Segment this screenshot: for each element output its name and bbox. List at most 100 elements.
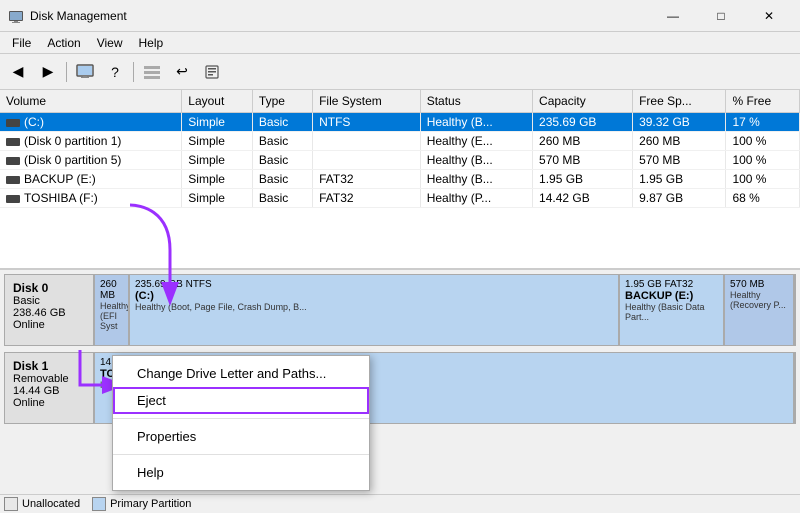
- cell-layout: Simple: [182, 189, 253, 208]
- disk-status: Online: [13, 397, 85, 409]
- cell-free: 9.87 GB: [633, 189, 726, 208]
- cell-type: Basic: [252, 189, 312, 208]
- cell-type: Basic: [252, 132, 312, 151]
- legend-unallocated-color: [4, 497, 18, 511]
- back-button[interactable]: ◀: [4, 58, 32, 86]
- cell-type: Basic: [252, 170, 312, 189]
- table-row[interactable]: TOSHIBA (F:)SimpleBasicFAT32Healthy (P..…: [0, 189, 800, 208]
- cell-type: Basic: [252, 151, 312, 170]
- computer-button[interactable]: [71, 58, 99, 86]
- partition-detail: Healthy (Recovery P...: [730, 290, 788, 310]
- cell-status: Healthy (B...: [420, 113, 532, 132]
- menu-file[interactable]: File: [4, 34, 39, 52]
- partition-p0_3[interactable]: 1.95 GB FAT32BACKUP (E:)Healthy (Basic D…: [620, 275, 725, 345]
- undo-button[interactable]: ↩: [168, 58, 196, 86]
- partition-size: 570 MB: [730, 279, 788, 290]
- cell-status: Healthy (E...: [420, 132, 532, 151]
- cell-status: Healthy (B...: [420, 151, 532, 170]
- col-layout[interactable]: Layout: [182, 90, 253, 113]
- window-title: Disk Management: [30, 9, 650, 23]
- partition-name: (C:): [135, 290, 613, 302]
- col-type[interactable]: Type: [252, 90, 312, 113]
- context-menu-properties[interactable]: Properties: [113, 423, 369, 450]
- cell-fs: NTFS: [313, 113, 421, 132]
- col-freesp[interactable]: Free Sp...: [633, 90, 726, 113]
- cell-capacity: 570 MB: [533, 151, 633, 170]
- cell-status: Healthy (P...: [420, 189, 532, 208]
- partition-p0_4[interactable]: 570 MBHealthy (Recovery P...: [725, 275, 795, 345]
- partition-size: 260 MB: [100, 279, 123, 301]
- table-row[interactable]: BACKUP (E:)SimpleBasicFAT32Healthy (B...…: [0, 170, 800, 189]
- cell-layout: Simple: [182, 151, 253, 170]
- partition-size: 235.69 GB NTFS: [135, 279, 613, 290]
- table-row[interactable]: (C:)SimpleBasicNTFSHealthy (B...235.69 G…: [0, 113, 800, 132]
- partition-name: BACKUP (E:): [625, 290, 718, 302]
- cell-layout: Simple: [182, 113, 253, 132]
- cell-type: Basic: [252, 113, 312, 132]
- cell-volume: (C:): [0, 113, 182, 132]
- disk-partitions-disk0: 260 MBHealthy (EFI Syst235.69 GB NTFS(C:…: [95, 275, 795, 345]
- cell-free: 260 MB: [633, 132, 726, 151]
- partition-p0_1[interactable]: 260 MBHealthy (EFI Syst: [95, 275, 130, 345]
- cell-fs: FAT32: [313, 170, 421, 189]
- cell-fs: FAT32: [313, 189, 421, 208]
- disk-row-disk0: Disk 0 Basic 238.46 GB Online260 MBHealt…: [4, 274, 796, 346]
- cell-pct: 17 %: [726, 113, 800, 132]
- toolbar-separator-1: [66, 62, 67, 82]
- context-menu-change-drive[interactable]: Change Drive Letter and Paths...: [113, 360, 369, 387]
- cell-capacity: 235.69 GB: [533, 113, 633, 132]
- cell-free: 1.95 GB: [633, 170, 726, 189]
- table-header-row: Volume Layout Type File System Status Ca…: [0, 90, 800, 113]
- col-capacity[interactable]: Capacity: [533, 90, 633, 113]
- legend-area: Unallocated Primary Partition: [0, 494, 800, 513]
- help-toolbar-button[interactable]: ?: [101, 58, 129, 86]
- col-status[interactable]: Status: [420, 90, 532, 113]
- cell-volume: TOSHIBA (F:): [0, 189, 182, 208]
- partition-detail: Healthy (Boot, Page File, Crash Dump, B.…: [135, 302, 613, 312]
- maximize-button[interactable]: □: [698, 0, 744, 32]
- menu-bar: File Action View Help: [0, 32, 800, 54]
- legend-primary-label: Primary Partition: [110, 498, 191, 510]
- disk-label-disk0: Disk 0 Basic 238.46 GB Online: [5, 275, 95, 345]
- cell-volume: BACKUP (E:): [0, 170, 182, 189]
- cell-fs: [313, 132, 421, 151]
- close-button[interactable]: ✕: [746, 0, 792, 32]
- col-filesystem[interactable]: File System: [313, 90, 421, 113]
- cell-pct: 68 %: [726, 189, 800, 208]
- col-volume[interactable]: Volume: [0, 90, 182, 113]
- minimize-button[interactable]: —: [650, 0, 696, 32]
- table-area: Volume Layout Type File System Status Ca…: [0, 90, 800, 270]
- list-button[interactable]: [138, 58, 166, 86]
- partition-size: 1.95 GB FAT32: [625, 279, 718, 290]
- properties-toolbar-button[interactable]: [198, 58, 226, 86]
- disk-status: Online: [13, 319, 85, 331]
- col-pctfree[interactable]: % Free: [726, 90, 800, 113]
- forward-button[interactable]: ▶: [34, 58, 62, 86]
- disk-size: 238.46 GB: [13, 307, 85, 319]
- table-row[interactable]: (Disk 0 partition 1)SimpleBasicHealthy (…: [0, 132, 800, 151]
- legend-primary-color: [92, 497, 106, 511]
- toolbar-separator-2: [133, 62, 134, 82]
- cell-layout: Simple: [182, 132, 253, 151]
- menu-help[interactable]: Help: [131, 34, 172, 52]
- cell-free: 39.32 GB: [633, 113, 726, 132]
- context-menu-separator-2: [113, 454, 369, 455]
- cell-pct: 100 %: [726, 132, 800, 151]
- cell-capacity: 260 MB: [533, 132, 633, 151]
- partition-detail: Healthy (EFI Syst: [100, 301, 123, 331]
- cell-volume: (Disk 0 partition 5): [0, 151, 182, 170]
- context-menu-help[interactable]: Help: [113, 459, 369, 486]
- context-menu-eject[interactable]: Eject: [113, 387, 369, 414]
- menu-action[interactable]: Action: [39, 34, 88, 52]
- cell-capacity: 14.42 GB: [533, 189, 633, 208]
- disk-name: Disk 1: [13, 359, 85, 373]
- window-controls: — □ ✕: [650, 0, 792, 32]
- table-row[interactable]: (Disk 0 partition 5)SimpleBasic Healthy (…: [0, 151, 800, 170]
- disk-size: 14.44 GB: [13, 385, 85, 397]
- cell-pct: 100 %: [726, 170, 800, 189]
- partition-p0_2[interactable]: 235.69 GB NTFS(C:)Healthy (Boot, Page Fi…: [130, 275, 620, 345]
- cell-pct: 100 %: [726, 151, 800, 170]
- partition-detail: Healthy (Basic Data Part...: [625, 302, 718, 322]
- menu-view[interactable]: View: [89, 34, 131, 52]
- legend-unallocated-label: Unallocated: [22, 498, 80, 510]
